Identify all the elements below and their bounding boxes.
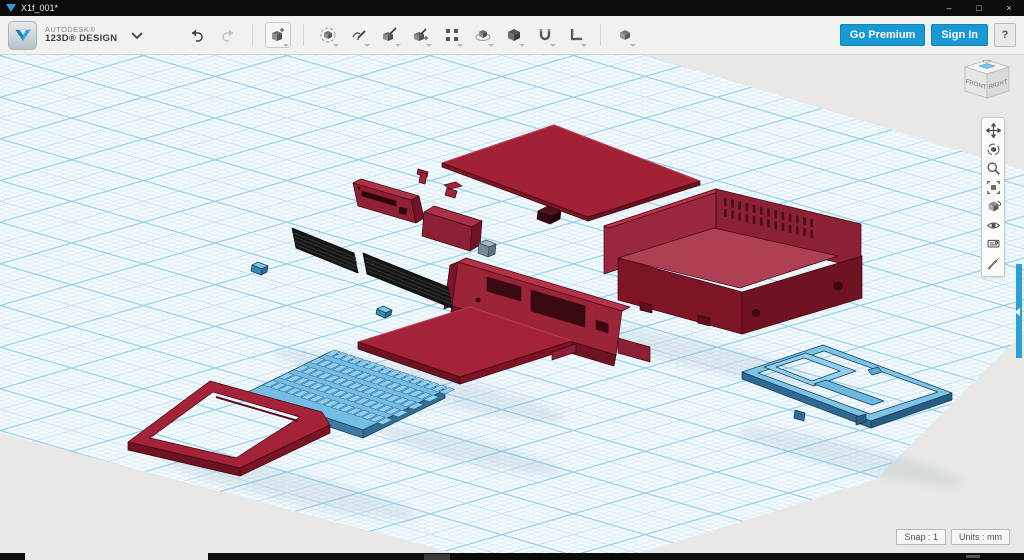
pan-icon[interactable] (984, 121, 1002, 140)
maximize-button[interactable]: □ (964, 3, 994, 13)
undo-icon[interactable] (185, 23, 209, 47)
side-panel-handle[interactable] (1016, 264, 1022, 358)
sketch-icon[interactable] (347, 23, 371, 47)
view-cube-top-label: TOP (982, 59, 991, 64)
brand-123d-design: 123D® DESIGN (45, 34, 117, 44)
construct-icon[interactable] (378, 23, 402, 47)
material-brush-icon[interactable] (984, 254, 1002, 273)
toolbar-separator (252, 24, 253, 46)
view-cube[interactable]: TOP FRONT RIGHT (956, 57, 1018, 109)
navigation-toolbar (981, 117, 1005, 277)
text-icon[interactable] (613, 23, 637, 47)
123d-logo-icon (8, 21, 37, 50)
toolbar-separator (600, 24, 601, 46)
title-bar: X1f_001* – □ × (0, 0, 1024, 16)
units-setting[interactable]: Units : mm (951, 529, 1010, 545)
sign-in-button[interactable]: Sign In (931, 24, 988, 46)
part-io-connector[interactable] (478, 240, 496, 257)
window-title: X1f_001* (21, 3, 58, 13)
app-menu[interactable]: AUTODESK® 123D® DESIGN (8, 21, 143, 50)
transform-icon[interactable] (316, 23, 340, 47)
os-taskbar[interactable] (0, 553, 1024, 560)
main-toolbar: AUTODESK® 123D® DESIGN (0, 16, 1024, 55)
app-logo-icon (6, 4, 16, 12)
close-button[interactable]: × (994, 3, 1024, 13)
fit-view-icon[interactable] (984, 178, 1002, 197)
scene-svg[interactable] (0, 55, 1024, 553)
pattern-icon[interactable] (440, 23, 464, 47)
menu-chevron-icon[interactable] (131, 32, 143, 39)
modify-icon[interactable] (409, 23, 433, 47)
primitives-icon[interactable] (265, 22, 291, 48)
display-settings-icon[interactable] (984, 235, 1002, 254)
taskbar-button[interactable] (424, 554, 450, 560)
go-premium-button[interactable]: Go Premium (840, 24, 925, 46)
grouping-icon[interactable] (471, 23, 495, 47)
snap-icon[interactable] (533, 23, 557, 47)
taskbar-window-segment[interactable] (25, 553, 208, 560)
orbit-icon[interactable] (984, 140, 1002, 159)
tool-strip (185, 22, 637, 48)
snap-setting[interactable]: Snap : 1 (896, 529, 946, 545)
combine-icon[interactable] (502, 23, 526, 47)
taskbar-tray[interactable] (966, 555, 980, 558)
toolbar-separator (303, 24, 304, 46)
help-button[interactable]: ? (994, 23, 1016, 47)
redo-icon[interactable] (216, 23, 240, 47)
minimize-button[interactable]: – (934, 3, 964, 13)
zoom-icon[interactable] (984, 159, 1002, 178)
hide-show-eye-icon[interactable] (984, 216, 1002, 235)
view-cube-tool-icon[interactable] (984, 197, 1002, 216)
3d-viewport[interactable]: TOP FRONT RIGHT (0, 55, 1024, 553)
measure-icon[interactable] (564, 23, 588, 47)
